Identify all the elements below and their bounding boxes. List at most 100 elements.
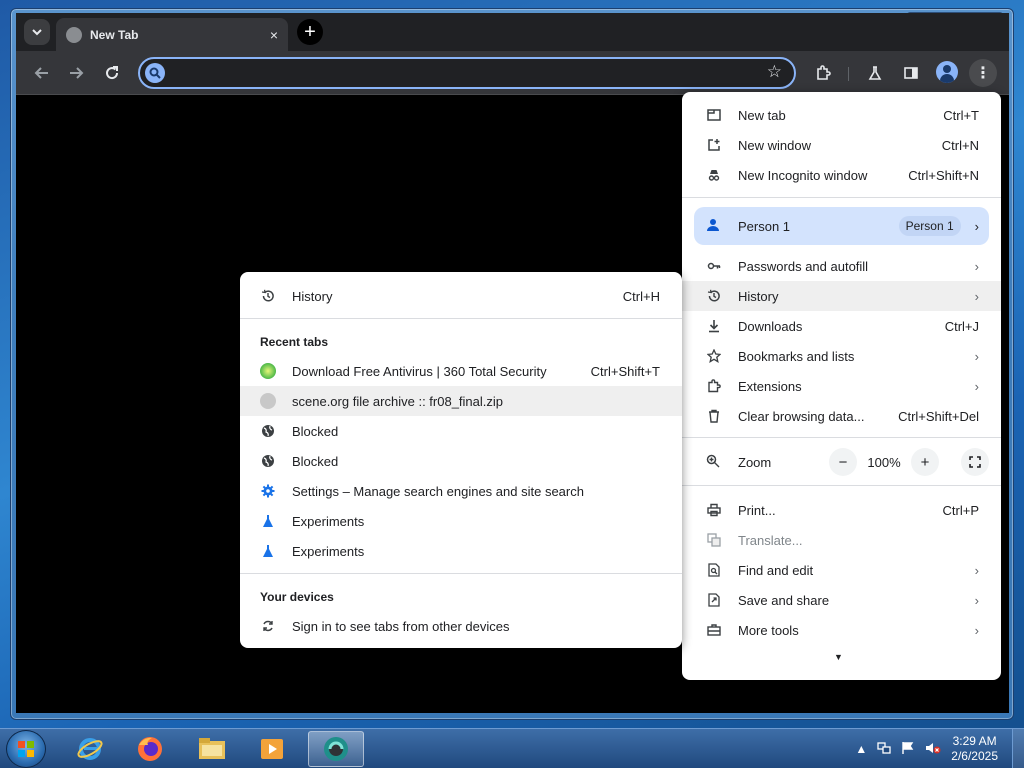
show-desktop-button[interactable] <box>1012 729 1024 768</box>
bookmark-star-icon[interactable]: ☆ <box>767 62 782 82</box>
new-tab-button[interactable]: + <box>297 19 323 45</box>
menu-item-new-incognito-window[interactable]: New Incognito window Ctrl+Shift+N <box>682 160 1001 190</box>
chevron-right-icon: › <box>974 348 979 364</box>
menu-item-label: Print... <box>738 502 776 518</box>
menu-item-clear-browsing-data[interactable]: Clear browsing data... Ctrl+Shift+Del <box>682 401 1001 431</box>
sign-in-devices-label: Sign in to see tabs from other devices <box>292 618 510 634</box>
menu-item-extensions[interactable]: Extensions › <box>682 371 1001 401</box>
profile-avatar[interactable] <box>936 61 958 83</box>
recent-tab-item[interactable]: Blocked <box>240 416 682 446</box>
recent-tab-label: Experiments <box>292 513 365 529</box>
flask-icon <box>260 513 276 529</box>
toolbox-icon <box>706 622 722 638</box>
star-icon <box>706 348 722 364</box>
menu-item-label: Extensions <box>738 378 802 394</box>
chevron-right-icon: › <box>974 288 979 304</box>
person-badge: Person 1 <box>898 216 961 236</box>
your-devices-heading: Your devices <box>260 590 334 604</box>
globe-icon <box>66 26 82 43</box>
internet-explorer-icon[interactable] <box>62 731 118 767</box>
menu-separator <box>682 485 1001 486</box>
sign-in-devices-item[interactable]: Sign in to see tabs from other devices <box>240 611 682 641</box>
menu-item-label: Downloads <box>738 318 803 334</box>
chrome-main-menu: New tab Ctrl+T New window Ctrl+N New Inc… <box>682 92 1001 680</box>
show-hidden-icons-arrow-icon[interactable]: ▲ <box>855 742 867 756</box>
app-circle-icon <box>324 737 348 761</box>
recent-tab-item[interactable]: Blocked <box>240 446 682 476</box>
recent-tab-item[interactable]: Experiments <box>240 506 682 536</box>
tab-search-button[interactable] <box>24 19 50 45</box>
menu-item-passwords[interactable]: Passwords and autofill › <box>682 251 1001 281</box>
reload-button[interactable] <box>100 61 124 85</box>
fullscreen-button[interactable] <box>961 448 989 476</box>
menu-item-new-tab[interactable]: New tab Ctrl+T <box>682 100 1001 130</box>
menu-item-label: New window <box>738 137 811 153</box>
more-menu-button[interactable]: ⋮ <box>969 59 997 87</box>
history-submenu: History Ctrl+H Recent tabs Download Free… <box>240 272 682 648</box>
address-bar[interactable]: ☆ <box>138 57 796 89</box>
close-tab-icon[interactable]: × <box>270 27 278 43</box>
new-window-icon <box>706 137 722 153</box>
menu-item-label: Passwords and autofill <box>738 258 869 274</box>
menu-item-bookmarks[interactable]: Bookmarks and lists › <box>682 341 1001 371</box>
recent-tab-item[interactable]: Experiments <box>240 536 682 566</box>
menu-item-new-window[interactable]: New window Ctrl+N <box>682 130 1001 160</box>
menu-item-person[interactable]: Person 1 Person 1 › <box>694 207 989 245</box>
person-label: Person 1 <box>738 218 791 234</box>
back-button[interactable] <box>30 61 54 85</box>
address-input[interactable] <box>170 63 750 83</box>
firefox-icon[interactable] <box>122 731 178 767</box>
key-icon <box>706 258 722 274</box>
recent-tab-item[interactable]: Download Free Antivirus | 360 Total Secu… <box>240 356 682 386</box>
start-button[interactable] <box>6 730 46 768</box>
side-panel-icon[interactable] <box>899 61 923 85</box>
settings-gear-icon <box>260 483 276 499</box>
menu-item-label: History <box>738 288 779 304</box>
file-explorer-icon[interactable] <box>184 731 240 767</box>
menu-item-print[interactable]: Print... Ctrl+P <box>682 495 1001 525</box>
zoom-row: Zoom − 100% + <box>682 447 1001 477</box>
recent-tab-item[interactable]: Settings – Manage search engines and sit… <box>240 476 682 506</box>
globe-icon <box>260 453 276 469</box>
recent-tab-shortcut: Ctrl+Shift+T <box>590 363 660 379</box>
taskbar-app-active[interactable] <box>308 731 364 767</box>
menu-item-downloads[interactable]: Downloads Ctrl+J <box>682 311 1001 341</box>
new-tab-icon <box>706 107 722 123</box>
volume-muted-icon[interactable] <box>925 741 941 758</box>
flask-icon[interactable] <box>863 61 887 85</box>
menu-item-shortcut: Ctrl+N <box>941 137 979 153</box>
extensions-icon[interactable] <box>811 61 835 85</box>
fullscreen-icon <box>969 456 981 468</box>
network-icon[interactable] <box>877 741 891 758</box>
zoom-in-button[interactable]: + <box>911 448 939 476</box>
media-player-icon[interactable] <box>244 731 300 767</box>
incognito-icon <box>706 167 722 183</box>
recent-tab-label: Blocked <box>292 423 339 439</box>
menu-separator <box>240 573 682 574</box>
menu-item-find-and-edit[interactable]: Find and edit › <box>682 555 1001 585</box>
system-clock[interactable]: 3:29 AM 2/6/2025 <box>951 734 998 764</box>
tab-new-tab[interactable]: New Tab × <box>56 18 288 51</box>
zoom-out-button[interactable]: − <box>829 448 857 476</box>
menu-item-history[interactable]: History › <box>682 281 1001 311</box>
menu-item-label: More tools <box>738 622 799 638</box>
menu-separator <box>682 197 1001 198</box>
recent-tab-label: Download Free Antivirus | 360 Total Secu… <box>292 363 547 379</box>
menu-item-label: Clear browsing data... <box>738 408 865 424</box>
trash-icon <box>706 408 722 424</box>
clock-time: 3:29 AM <box>952 734 997 748</box>
submenu-item-history[interactable]: History Ctrl+H <box>240 281 682 311</box>
zoom-icon <box>706 454 722 471</box>
menu-item-save-and-share[interactable]: Save and share › <box>682 585 1001 615</box>
action-center-flag-icon[interactable] <box>901 741 915 758</box>
chevron-right-icon: › <box>974 218 979 234</box>
recent-tab-label: Blocked <box>292 453 339 469</box>
recent-tabs-heading: Recent tabs <box>260 335 329 349</box>
recent-tab-item[interactable]: scene.org file archive :: fr08_final.zip <box>240 386 682 416</box>
chevron-right-icon: › <box>974 258 979 274</box>
forward-button[interactable] <box>64 61 88 85</box>
menu-item-translate[interactable]: Translate... <box>682 525 1001 555</box>
menu-item-shortcut: Ctrl+Shift+N <box>908 167 979 183</box>
menu-item-more-tools[interactable]: More tools › <box>682 615 1001 645</box>
scroll-down-arrow-icon[interactable]: ▼ <box>834 652 843 662</box>
